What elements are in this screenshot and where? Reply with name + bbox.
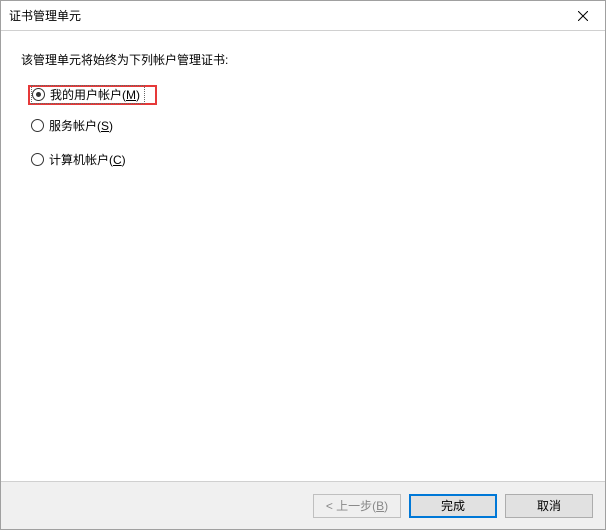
radio-label-computer: 计算机帐户(C)	[49, 151, 126, 168]
button-bar: < 上一步(B) 完成 取消	[1, 481, 605, 529]
cancel-button[interactable]: 取消	[505, 494, 593, 518]
radio-label-my-user: 我的用户帐户(M)	[50, 86, 140, 103]
radio-option-service[interactable]: 服务帐户(S)	[31, 116, 585, 136]
content-area: 该管理单元将始终为下列帐户管理证书: 我的用户帐户(M) 服务帐户(S) 计算机…	[1, 31, 605, 481]
window-title: 证书管理单元	[1, 7, 560, 24]
back-button: < 上一步(B)	[313, 494, 401, 518]
radio-label-service: 服务帐户(S)	[49, 117, 113, 134]
account-radio-group: 我的用户帐户(M) 服务帐户(S) 计算机帐户(C)	[21, 86, 585, 170]
close-button[interactable]	[560, 1, 605, 30]
close-icon	[578, 11, 588, 21]
radio-option-my-user[interactable]: 我的用户帐户(M)	[28, 85, 157, 105]
radio-option-computer[interactable]: 计算机帐户(C)	[31, 150, 585, 170]
finish-button[interactable]: 完成	[409, 494, 497, 518]
titlebar: 证书管理单元	[1, 1, 605, 31]
dialog-window: 证书管理单元 该管理单元将始终为下列帐户管理证书: 我的用户帐户(M) 服务帐户…	[0, 0, 606, 530]
radio-icon	[32, 88, 45, 101]
radio-icon	[31, 153, 44, 166]
instruction-text: 该管理单元将始终为下列帐户管理证书:	[21, 51, 585, 68]
radio-icon	[31, 119, 44, 132]
